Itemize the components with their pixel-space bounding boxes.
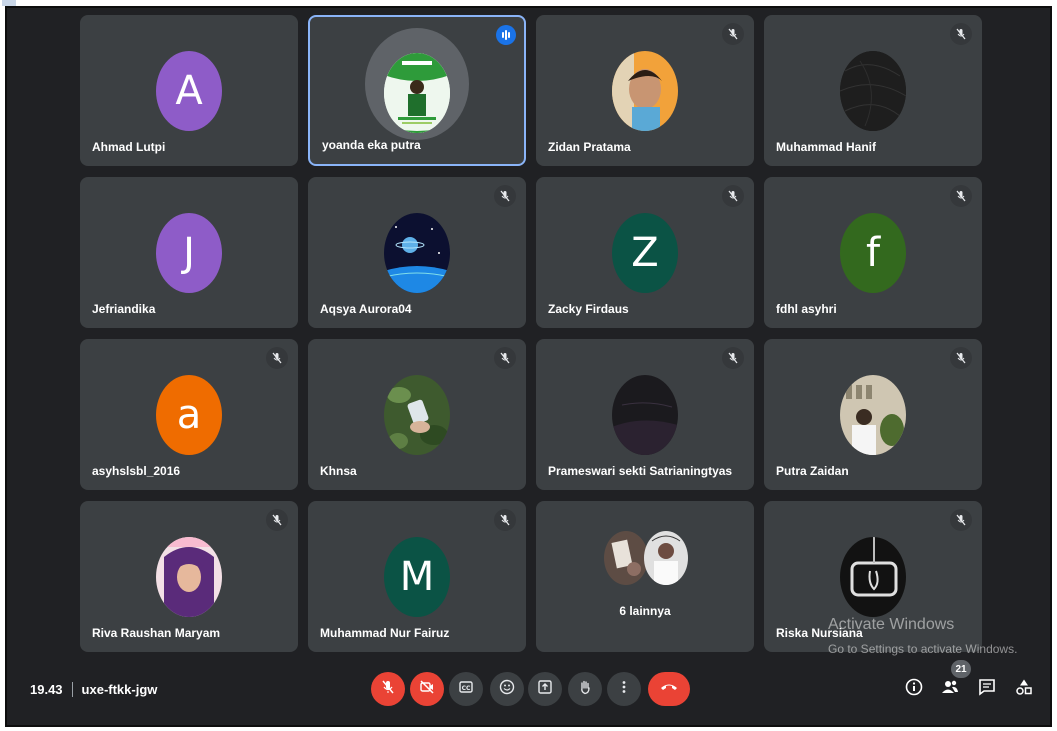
participant-name: Jefriandika xyxy=(92,302,156,316)
mic-muted-icon xyxy=(266,509,288,531)
participant-tile[interactable]: Aqsya Aurora04 xyxy=(308,177,526,328)
present-icon xyxy=(537,679,553,700)
avatar: a xyxy=(156,375,222,455)
avatar: M xyxy=(384,537,450,617)
avatar xyxy=(840,51,906,131)
divider xyxy=(71,682,73,697)
present-button[interactable] xyxy=(528,672,562,706)
more-options-button[interactable] xyxy=(607,672,641,706)
mic-muted-icon xyxy=(950,185,972,207)
participant-tile[interactable]: f fdhl asyhri xyxy=(764,177,982,328)
camera-toggle-button[interactable] xyxy=(410,672,444,706)
participant-tile[interactable]: Putra Zaidan xyxy=(764,339,982,490)
participant-name: Riva Raushan Maryam xyxy=(92,626,221,640)
captions-icon: CC xyxy=(458,679,474,700)
mic-muted-icon xyxy=(266,347,288,369)
avatar: J xyxy=(156,213,222,293)
participant-count-badge: 21 xyxy=(951,660,971,678)
participant-tile[interactable]: Riva Raushan Maryam xyxy=(80,501,298,652)
mic-muted-icon xyxy=(950,23,972,45)
participant-tile[interactable]: Z Zacky Firdaus xyxy=(536,177,754,328)
participant-name: Prameswari sekti Satrianingtyas xyxy=(548,464,733,478)
participant-name: Aqsya Aurora04 xyxy=(320,302,412,316)
meeting-details: 19.43 uxe-ftkk-jgw xyxy=(30,682,157,697)
participant-tile[interactable]: a asyhslsbl_2016 xyxy=(80,339,298,490)
mic-muted-icon xyxy=(950,347,972,369)
others-tile[interactable]: 6 lainnya xyxy=(536,501,754,652)
participant-tile[interactable]: Muhammad Hanif xyxy=(764,15,982,166)
participant-name: fdhl asyhri xyxy=(776,302,837,316)
captions-button[interactable]: CC xyxy=(449,672,483,706)
activation-watermark-title: Activate Windows xyxy=(828,616,955,633)
participant-name: Muhammad Nur Fairuz xyxy=(320,626,450,640)
avatar: Z xyxy=(612,213,678,293)
mic-muted-icon xyxy=(722,23,744,45)
activities-button[interactable] xyxy=(1012,677,1036,701)
mic-toggle-button[interactable] xyxy=(371,672,405,706)
participant-name: Zacky Firdaus xyxy=(548,302,629,316)
activities-icon xyxy=(1015,678,1033,701)
avatar: A xyxy=(156,51,222,131)
avatar xyxy=(384,213,450,293)
avatar: f xyxy=(840,213,906,293)
participant-tile[interactable]: J Jefriandika xyxy=(80,177,298,328)
mic-muted-icon xyxy=(950,509,972,531)
speaking-indicator-icon xyxy=(496,25,516,45)
participant-name: Ahmad Lutpi xyxy=(92,140,166,154)
avatar xyxy=(604,531,648,585)
participant-name: Muhammad Hanif xyxy=(776,140,877,154)
chat-button[interactable] xyxy=(975,677,999,701)
participant-tile[interactable]: M Muhammad Nur Fairuz xyxy=(308,501,526,652)
participant-name: Zidan Pratama xyxy=(548,140,631,154)
participant-tile[interactable]: Prameswari sekti Satrianingtyas xyxy=(536,339,754,490)
avatar xyxy=(840,375,906,455)
avatar xyxy=(644,531,688,585)
avatar xyxy=(384,53,450,133)
mic-muted-icon xyxy=(494,347,516,369)
mic-muted-icon xyxy=(494,185,516,207)
avatar xyxy=(612,51,678,131)
more-options-icon xyxy=(616,679,632,700)
raise-hand-button[interactable] xyxy=(568,672,602,706)
emoji-button[interactable] xyxy=(490,672,524,706)
people-button[interactable] xyxy=(938,677,962,701)
end-call-icon xyxy=(660,680,678,698)
end-call-button[interactable] xyxy=(648,672,690,706)
chat-icon xyxy=(978,678,996,701)
svg-text:CC: CC xyxy=(462,685,471,692)
emoji-icon xyxy=(499,679,515,700)
participant-name: Putra Zaidan xyxy=(776,464,849,478)
mic-muted-icon xyxy=(722,185,744,207)
avatar xyxy=(384,375,450,455)
participant-name: Khnsa xyxy=(320,464,357,478)
meeting-time: 19.43 xyxy=(30,682,63,697)
camera-off-icon xyxy=(419,679,435,700)
mic-muted-icon xyxy=(494,509,516,531)
raise-hand-icon xyxy=(577,679,593,700)
others-count-label: 6 lainnya xyxy=(619,604,671,618)
participant-tile-active[interactable]: yoanda eka putra xyxy=(308,15,526,166)
participant-name: yoanda eka putra xyxy=(322,138,421,152)
participant-tile[interactable]: A Ahmad Lutpi xyxy=(80,15,298,166)
activation-watermark-subtitle: Go to Settings to activate Windows. xyxy=(828,642,1018,656)
participant-tile[interactable]: Zidan Pratama xyxy=(536,15,754,166)
meeting-code: uxe-ftkk-jgw xyxy=(81,682,158,697)
avatar xyxy=(612,375,678,455)
mic-off-icon xyxy=(380,679,396,700)
others-avatars xyxy=(604,531,688,587)
avatar xyxy=(840,537,906,617)
avatar xyxy=(156,537,222,617)
people-icon xyxy=(940,678,960,701)
info-icon xyxy=(905,678,923,701)
participant-tile[interactable]: Khnsa xyxy=(308,339,526,490)
participant-name: asyhslsbl_2016 xyxy=(92,464,181,478)
mic-muted-icon xyxy=(722,347,744,369)
meeting-info-button[interactable] xyxy=(902,677,926,701)
